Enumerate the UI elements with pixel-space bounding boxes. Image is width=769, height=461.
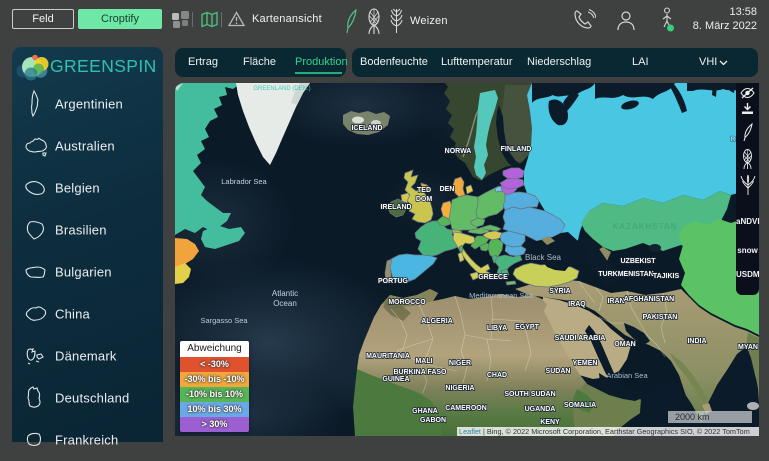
svg-text:Black Sea: Black Sea (525, 253, 562, 262)
svg-text:KAZAKHSTAN: KAZAKHSTAN (613, 222, 678, 231)
svg-text:ICELAND: ICELAND (351, 125, 382, 132)
svg-text:SAUDI ARABIA: SAUDI ARABIA (555, 335, 606, 342)
svg-text:MALI: MALI (415, 358, 432, 365)
svg-text:GREECE: GREECE (478, 274, 508, 281)
svg-text:TED: TED (417, 187, 431, 194)
svg-text:UZBEKIST: UZBEKIST (621, 258, 657, 265)
svg-text:BURKINA FASO: BURKINA FASO (393, 369, 447, 376)
svg-text:GREENLAND (DEN.): GREENLAND (DEN.) (253, 86, 310, 92)
svg-text:Labrador Sea: Labrador Sea (221, 177, 267, 186)
svg-text:MYAN: MYAN (738, 344, 758, 351)
svg-text:NIGER: NIGER (449, 360, 471, 367)
svg-text:Mediterranean Sea: Mediterranean Sea (469, 291, 534, 300)
svg-text:SOMALIA: SOMALIA (564, 402, 596, 409)
svg-text:ALGERIA: ALGERIA (421, 318, 453, 325)
svg-text:IRAQ: IRAQ (568, 301, 586, 308)
svg-text:PORTUG: PORTUG (378, 278, 409, 285)
svg-text:GUINEA: GUINEA (382, 376, 409, 383)
svg-text:UGANDA: UGANDA (525, 406, 556, 413)
svg-text:CHAD: CHAD (487, 372, 507, 379)
svg-text:Ocean: Ocean (273, 299, 297, 308)
svg-text:GABON: GABON (420, 417, 446, 424)
svg-text:INDIA: INDIA (687, 338, 706, 345)
svg-text:NIGERIA: NIGERIA (445, 385, 474, 392)
svg-text:Atlantic: Atlantic (272, 289, 298, 298)
svg-text:OMAN: OMAN (614, 341, 635, 348)
svg-text:Arabian Sea: Arabian Sea (606, 371, 648, 380)
svg-text:TURKMENISTAN: TURKMENISTAN (598, 271, 653, 278)
svg-text:NORWA: NORWA (445, 148, 472, 155)
svg-text:Sargasso Sea: Sargasso Sea (200, 316, 248, 325)
svg-text:DEN: DEN (440, 186, 455, 193)
svg-text:TAJIKIS: TAJIKIS (653, 273, 680, 280)
svg-text:IRAN: IRAN (607, 298, 624, 305)
svg-text:AFGHANISTAN: AFGHANISTAN (624, 296, 674, 303)
svg-text:MOROCCO: MOROCCO (388, 299, 426, 306)
svg-text:PAKISTAN: PAKISTAN (643, 314, 678, 321)
svg-text:CAMEROON: CAMEROON (445, 405, 487, 412)
svg-text:KENY: KENY (540, 419, 560, 426)
svg-text:EGYPT: EGYPT (515, 324, 539, 331)
svg-text:DOM: DOM (416, 196, 433, 203)
svg-text:YEMEN: YEMEN (573, 360, 598, 367)
svg-text:IRELAND: IRELAND (380, 204, 411, 211)
svg-text:FINLAND: FINLAND (501, 146, 532, 153)
svg-text:SYRIA: SYRIA (549, 288, 570, 295)
svg-text:GHANA: GHANA (412, 408, 438, 415)
svg-text:LIBYA: LIBYA (487, 325, 507, 332)
svg-text:SOUTH SUDAN: SOUTH SUDAN (504, 391, 555, 398)
svg-text:SUDAN: SUDAN (546, 368, 571, 375)
svg-text:MAURITANIA: MAURITANIA (366, 353, 410, 360)
